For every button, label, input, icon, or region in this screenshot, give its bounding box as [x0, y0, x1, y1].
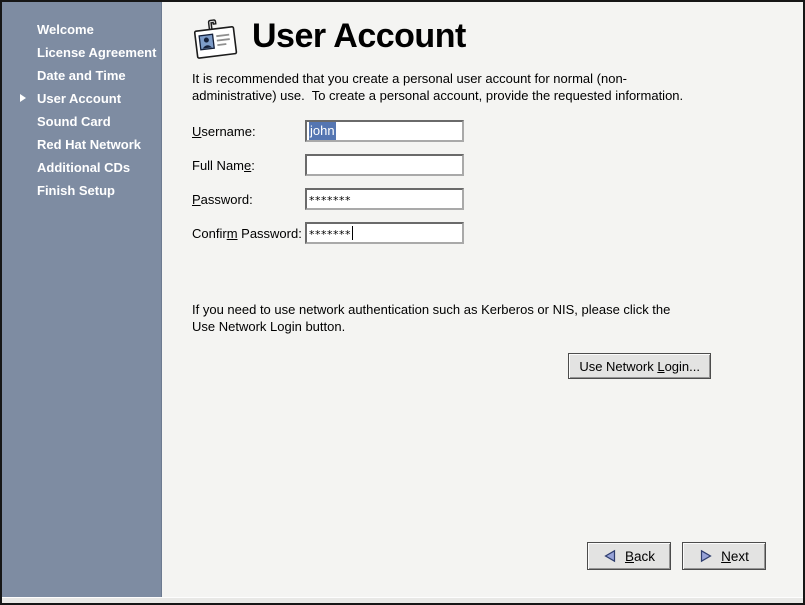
- page-header: User Account: [192, 16, 803, 61]
- fullname-input[interactable]: [305, 154, 464, 176]
- selected-text: john: [309, 122, 336, 140]
- form-row-confirm-password: Confirm Password: *******: [192, 222, 803, 244]
- sidebar-item-label: User Account: [37, 91, 121, 106]
- label-mnemonic: U: [192, 124, 201, 139]
- sidebar-item-label: Welcome: [37, 22, 94, 37]
- sidebar-item-license-agreement: License Agreement: [2, 41, 161, 64]
- button-mnemonic: B: [625, 549, 634, 564]
- label-text: Password:: [238, 226, 302, 241]
- account-form: Username: john Full Name: Password: ****…: [192, 120, 803, 244]
- sidebar-item-user-account: User Account: [2, 87, 161, 110]
- next-arrow-icon: [699, 549, 713, 563]
- sidebar-item-label: License Agreement: [37, 45, 156, 60]
- description-text: It is recommended that you create a pers…: [192, 70, 792, 104]
- form-row-username: Username: john: [192, 120, 803, 142]
- masked-password: *******: [309, 191, 351, 207]
- label-text: :: [251, 158, 255, 173]
- main-content: User Account It is recommended that you …: [162, 2, 803, 597]
- button-label: Use Network: [579, 359, 657, 374]
- password-input[interactable]: *******: [305, 188, 464, 210]
- label-text: Confir: [192, 226, 227, 241]
- username-label: Username:: [192, 124, 305, 139]
- button-mnemonic: L: [657, 359, 664, 374]
- next-button[interactable]: Next: [682, 542, 766, 570]
- sidebar-item-red-hat-network: Red Hat Network: [2, 133, 161, 156]
- sidebar-item-label: Additional CDs: [37, 160, 130, 175]
- id-badge-icon: [192, 16, 239, 61]
- back-button[interactable]: Back: [587, 542, 671, 570]
- text-cursor: [352, 226, 353, 240]
- use-network-login-button[interactable]: Use Network Login...: [568, 353, 711, 379]
- sidebar-item-label: Sound Card: [37, 114, 111, 129]
- sidebar-item-welcome: Welcome: [2, 18, 161, 41]
- label-text: sername:: [201, 124, 255, 139]
- button-label: Back: [625, 549, 655, 564]
- label-mnemonic: m: [227, 226, 238, 241]
- sidebar-item-additional-cds: Additional CDs: [2, 156, 161, 179]
- network-note-text: If you need to use network authenticatio…: [192, 301, 792, 335]
- button-mnemonic: N: [721, 549, 731, 564]
- fullname-label: Full Name:: [192, 158, 305, 173]
- password-label: Password:: [192, 192, 305, 207]
- setup-agent-window: Welcome License Agreement Date and Time …: [0, 0, 805, 605]
- sidebar: Welcome License Agreement Date and Time …: [2, 2, 162, 597]
- sidebar-item-label: Date and Time: [37, 68, 126, 83]
- label-mnemonic: P: [192, 192, 201, 207]
- current-step-arrow-icon: [20, 94, 26, 102]
- back-arrow-icon: [603, 549, 617, 563]
- button-label-text: ack: [634, 549, 655, 564]
- window-bottom-edge: [2, 597, 803, 603]
- wizard-nav-buttons: Back Next: [587, 542, 766, 570]
- window-body: Welcome License Agreement Date and Time …: [2, 2, 803, 597]
- button-label: ogin...: [665, 359, 700, 374]
- masked-password: *******: [309, 225, 351, 241]
- sidebar-item-label: Finish Setup: [37, 183, 115, 198]
- button-label: Next: [721, 549, 749, 564]
- page-title: User Account: [252, 16, 466, 56]
- form-row-password: Password: *******: [192, 188, 803, 210]
- network-button-row: Use Network Login...: [192, 353, 803, 379]
- button-label-text: ext: [731, 549, 749, 564]
- label-text: assword:: [201, 192, 253, 207]
- confirm-password-label: Confirm Password:: [192, 226, 305, 241]
- label-text: Full Nam: [192, 158, 244, 173]
- sidebar-item-label: Red Hat Network: [37, 137, 141, 152]
- form-row-fullname: Full Name:: [192, 154, 803, 176]
- sidebar-item-date-and-time: Date and Time: [2, 64, 161, 87]
- username-input[interactable]: john: [305, 120, 464, 142]
- sidebar-item-sound-card: Sound Card: [2, 110, 161, 133]
- confirm-password-input[interactable]: *******: [305, 222, 464, 244]
- sidebar-item-finish-setup: Finish Setup: [2, 179, 161, 202]
